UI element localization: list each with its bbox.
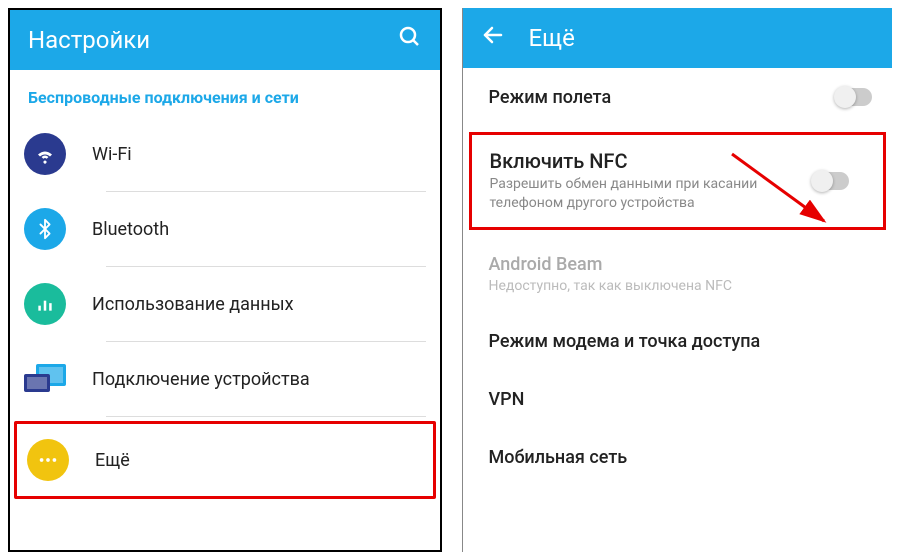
wifi-label: Wi-Fi: [92, 144, 132, 165]
list-item-wifi[interactable]: Wi-Fi: [10, 117, 440, 191]
nfc-title: Включить NFC: [490, 149, 866, 173]
vpn-title: VPN: [489, 389, 867, 410]
settings-screen: Настройки Беспроводные подключения и сет…: [8, 8, 442, 552]
more-icon: [27, 439, 69, 481]
back-icon[interactable]: [481, 23, 505, 54]
wireless-section-header: Беспроводные подключения и сети: [10, 70, 440, 117]
more-screen: Ещё Режим полета Включить NFC Разрешить …: [462, 8, 893, 552]
mobile-network-title: Мобильная сеть: [489, 447, 867, 468]
android-beam-item: Android Beam Недоступно, так как выключе…: [463, 236, 893, 313]
tethering-title: Режим модема и точка доступа: [489, 331, 867, 352]
wifi-icon: [24, 133, 66, 175]
android-beam-title: Android Beam: [489, 254, 867, 275]
nfc-subtitle: Разрешить обмен данными при касании теле…: [490, 175, 780, 213]
list-item-device-connect[interactable]: Подключение устройства: [10, 342, 440, 416]
vpn-item[interactable]: VPN: [463, 371, 893, 429]
more-header: Ещё: [463, 8, 893, 68]
list-item-more[interactable]: Ещё: [17, 424, 433, 496]
list-item-bluetooth[interactable]: Bluetooth: [10, 192, 440, 266]
mobile-network-item[interactable]: Мобильная сеть: [463, 429, 893, 487]
tethering-item[interactable]: Режим модема и точка доступа: [463, 313, 893, 371]
bluetooth-label: Bluetooth: [92, 219, 169, 240]
device-connect-icon: [24, 358, 66, 400]
settings-title: Настройки: [28, 26, 374, 54]
data-usage-icon: [24, 283, 66, 325]
nfc-item[interactable]: Включить NFC Разрешить обмен данными при…: [490, 149, 866, 213]
airplane-mode-item[interactable]: Режим полета: [463, 68, 893, 126]
airplane-mode-toggle[interactable]: [836, 88, 872, 106]
more-list: Режим полета Включить NFC Разрешить обме…: [463, 68, 893, 552]
data-usage-label: Использование данных: [92, 294, 294, 315]
list-item-data-usage[interactable]: Использование данных: [10, 267, 440, 341]
search-icon[interactable]: [398, 25, 422, 55]
more-label: Ещё: [95, 450, 130, 471]
more-highlight: Ещё: [14, 421, 436, 499]
airplane-mode-title: Режим полета: [489, 87, 867, 108]
nfc-toggle[interactable]: [813, 172, 849, 190]
more-title: Ещё: [529, 24, 875, 52]
device-connect-label: Подключение устройства: [92, 369, 310, 390]
divider: [106, 416, 426, 417]
nfc-highlight: Включить NFC Разрешить обмен данными при…: [469, 132, 887, 230]
bluetooth-icon: [24, 208, 66, 250]
settings-header: Настройки: [10, 10, 440, 70]
android-beam-subtitle: Недоступно, так как выключена NFC: [489, 277, 779, 295]
